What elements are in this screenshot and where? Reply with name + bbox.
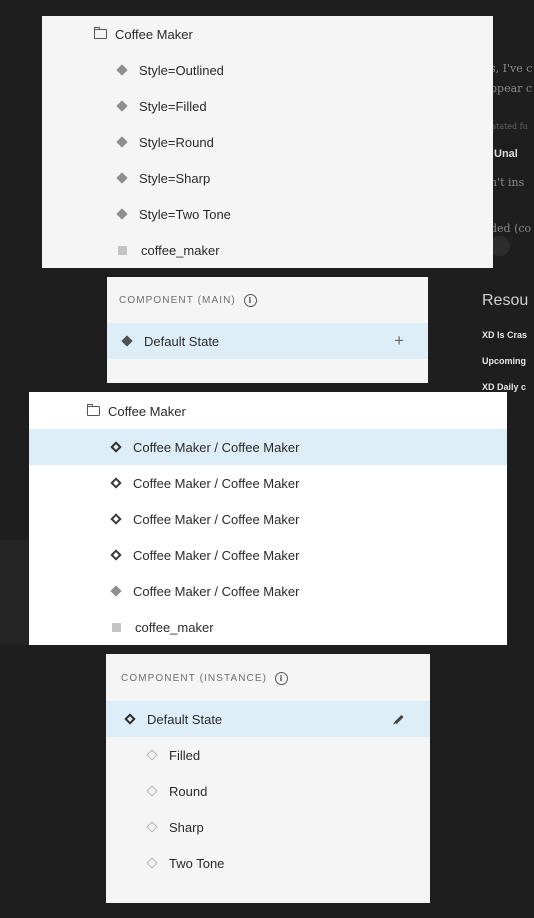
layer-item-label: Coffee Maker / Coffee Maker <box>133 475 300 491</box>
state-row[interactable]: Filled <box>106 737 430 773</box>
info-icon[interactable]: i <box>275 672 289 685</box>
component-diamond-icon <box>110 585 122 597</box>
default-state-row[interactable]: Default State + <box>107 323 428 359</box>
shape-square-icon <box>118 245 127 255</box>
state-label: Filled <box>169 747 201 763</box>
bg-snippet: Unal <box>494 148 518 160</box>
resource-link[interactable]: XD Daily c <box>482 382 534 392</box>
add-state-button[interactable]: + <box>394 331 404 351</box>
instance-diamond-icon <box>110 441 122 453</box>
component-diamond-icon <box>116 172 128 184</box>
layer-item-label: Style=Filled <box>139 98 207 114</box>
layer-item[interactable]: Style=Two Tone <box>42 196 493 232</box>
layer-item-label: Coffee Maker / Coffee Maker <box>133 583 300 599</box>
layer-item-label: Style=Two Tone <box>139 206 231 222</box>
layer-item[interactable]: Style=Filled <box>42 88 493 124</box>
component-diamond-icon <box>121 335 133 347</box>
section-label-text: COMPONENT (MAIN) <box>119 295 236 306</box>
asset-label: coffee_maker <box>135 619 214 635</box>
layer-item[interactable]: Style=Sharp <box>42 160 493 196</box>
instance-diamond-icon <box>110 513 122 525</box>
instance-layer-item[interactable]: Coffee Maker / Coffee Maker <box>29 573 507 609</box>
instance-diamond-icon <box>124 713 136 725</box>
bg-band <box>0 540 30 645</box>
state-label: Sharp <box>169 819 204 835</box>
component-main-panel: COMPONENT (MAIN) i Default State + <box>107 277 428 383</box>
component-diamond-icon <box>116 100 128 112</box>
state-diamond-icon <box>146 785 158 797</box>
bg-snippet: stated fu <box>492 122 528 131</box>
layer-item-label: Coffee Maker / Coffee Maker <box>133 511 300 527</box>
state-row[interactable]: Round <box>106 773 430 809</box>
component-diamond-icon <box>116 64 128 76</box>
state-label: Two Tone <box>169 855 225 871</box>
instance-diamond-icon <box>110 477 122 489</box>
bg-snippet: ppear c <box>490 82 533 95</box>
layer-item[interactable]: Style=Round <box>42 124 493 160</box>
bg-snippet: s, I've c <box>490 62 533 75</box>
resource-link[interactable]: XD Is Cras <box>482 330 534 340</box>
state-row[interactable]: Sharp <box>106 809 430 845</box>
component-instance-section-label: COMPONENT (INSTANCE) i <box>121 672 289 685</box>
state-diamond-icon <box>146 749 158 761</box>
layer-folder-coffee-maker[interactable]: Coffee Maker <box>42 16 493 52</box>
layer-asset[interactable]: coffee_maker <box>29 609 507 645</box>
instance-layer-item[interactable]: Coffee Maker / Coffee Maker <box>29 537 507 573</box>
layer-item-label: Style=Round <box>139 134 214 150</box>
component-diamond-icon <box>116 208 128 220</box>
layer-asset[interactable]: coffee_maker <box>42 232 493 268</box>
default-state-row[interactable]: Default State <box>106 701 430 737</box>
layer-item-label: Style=Sharp <box>139 170 211 186</box>
folder-icon <box>93 27 107 39</box>
pencil-icon[interactable] <box>394 714 404 724</box>
instance-layers-panel: Coffee Maker Coffee Maker / Coffee Maker… <box>29 392 507 645</box>
layer-item-label: Style=Outlined <box>139 62 224 78</box>
layer-item[interactable]: Style=Outlined <box>42 52 493 88</box>
resources-heading: Resou <box>482 292 529 309</box>
section-label-text: COMPONENT (INSTANCE) <box>121 673 268 684</box>
bg-snippet: n't ins <box>490 176 525 189</box>
layer-folder-coffee-maker[interactable]: Coffee Maker <box>29 393 507 429</box>
info-icon[interactable]: i <box>243 294 257 307</box>
state-row[interactable]: Two Tone <box>106 845 430 881</box>
instance-diamond-icon <box>110 549 122 561</box>
main-layers-panel: Coffee Maker Style=Outlined Style=Filled… <box>42 16 493 268</box>
state-label: Default State <box>147 711 223 727</box>
component-instance-panel: COMPONENT (INSTANCE) i Default State Fil… <box>106 654 430 903</box>
shape-square-icon <box>112 622 121 632</box>
folder-label: Coffee Maker <box>115 26 193 42</box>
component-main-section-label: COMPONENT (MAIN) i <box>119 294 257 307</box>
folder-label: Coffee Maker <box>108 403 186 419</box>
bg-snippet: ded (co <box>490 222 532 235</box>
folder-icon <box>86 404 100 416</box>
layer-item-label: Coffee Maker / Coffee Maker <box>133 547 300 563</box>
instance-layer-item[interactable]: Coffee Maker / Coffee Maker <box>29 465 507 501</box>
component-diamond-icon <box>116 136 128 148</box>
layer-item-label: Coffee Maker / Coffee Maker <box>133 439 300 455</box>
state-diamond-icon <box>146 857 158 869</box>
state-label: Default State <box>144 333 220 349</box>
resource-link[interactable]: Upcoming <box>482 356 534 366</box>
instance-layer-item[interactable]: Coffee Maker / Coffee Maker <box>29 501 507 537</box>
asset-label: coffee_maker <box>141 242 220 258</box>
state-diamond-icon <box>146 821 158 833</box>
state-label: Round <box>169 783 208 799</box>
instance-layer-item[interactable]: Coffee Maker / Coffee Maker <box>29 429 507 465</box>
